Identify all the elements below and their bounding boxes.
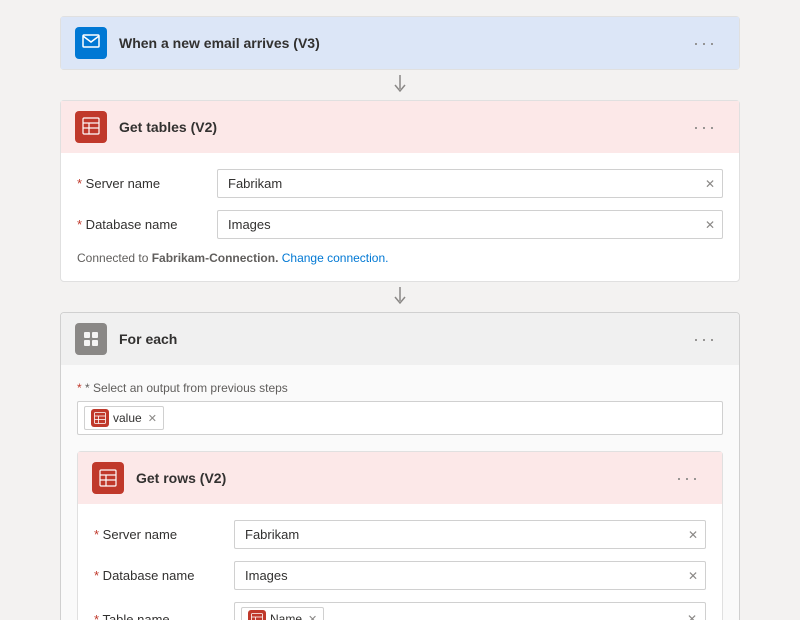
arrow2 [60,282,740,312]
getrows-header[interactable]: Get rows (V2) ··· [78,452,722,504]
getrows-database-input-wrapper: ✕ [234,561,706,590]
step2-server-clear[interactable]: ✕ [705,177,715,191]
step1-icon-char [82,32,100,55]
step2-server-input[interactable] [217,169,723,198]
step1-title: When a new email arrives (V3) [119,35,685,51]
name-tag-text: Name [270,612,302,620]
step2-server-label: * Server name [77,176,217,191]
getrows-table-label: * Table name [94,612,234,620]
step3-icon [75,323,107,355]
step2-database-input[interactable] [217,210,723,239]
step2-header[interactable]: Get tables (V2) ··· [61,101,739,153]
step2-card: Get tables (V2) ··· * Server name ✕ * Da… [60,100,740,282]
step2-menu[interactable]: ··· [685,113,725,142]
getrows-title: Get rows (V2) [136,470,668,486]
step2-server-input-wrapper: ✕ [217,169,723,198]
getrows-body: * Server name ✕ * Database name ✕ [78,504,722,620]
getrows-database-row: * Database name ✕ [94,561,706,590]
flow-canvas: When a new email arrives (V3) ··· [0,0,800,620]
value-tag-icon [91,409,109,427]
step2-icon-char [82,117,100,138]
getrows-database-label: * Database name [94,568,234,583]
step2-database-input-wrapper: ✕ [217,210,723,239]
getrows-server-label: * Server name [94,527,234,542]
step3-select-label: * * Select an output from previous steps [77,381,723,395]
step1-menu[interactable]: ··· [685,29,725,58]
getrows-database-clear[interactable]: ✕ [688,569,698,583]
step3-select-input[interactable]: value ✕ [77,401,723,435]
step2-connection: Connected to Fabrikam-Connection. Change… [77,251,723,265]
arrow1 [60,70,740,100]
step3-title: For each [119,331,685,347]
step2-database-clear[interactable]: ✕ [705,218,715,232]
value-tag-close[interactable]: ✕ [148,412,157,425]
getrows-table-input[interactable]: Name ✕ ✕ [234,602,706,620]
value-tag-text: value [113,411,142,425]
step3-nested-card: Get rows (V2) ··· * Server name ✕ * Data… [77,451,723,620]
name-tag-close[interactable]: ✕ [308,613,317,620]
step3-header[interactable]: For each ··· [61,313,739,365]
step2-body: * Server name ✕ * Database name ✕ Connec… [61,153,739,281]
getrows-server-row: * Server name ✕ [94,520,706,549]
step2-change-connection[interactable]: Change connection. [278,251,388,265]
step3-foreach-card: For each ··· * * Select an output from p… [60,312,740,620]
step2-database-label: * Database name [77,217,217,232]
step1-header[interactable]: When a new email arrives (V3) ··· [61,17,739,69]
getrows-server-input-wrapper: ✕ [234,520,706,549]
getrows-server-input[interactable] [234,520,706,549]
step2-database-row: * Database name ✕ [77,210,723,239]
getrows-server-clear[interactable]: ✕ [688,528,698,542]
getrows-database-input[interactable] [234,561,706,590]
name-tag-icon [248,610,266,620]
getrows-icon [92,462,124,494]
step3-body: * * Select an output from previous steps… [61,365,739,620]
getrows-table-row: * Table name [94,602,706,620]
getrows-table-clear[interactable]: ✕ [687,612,697,620]
getrows-menu[interactable]: ··· [668,464,708,493]
step1-card: When a new email arrives (V3) ··· [60,16,740,70]
step3-menu[interactable]: ··· [685,325,725,354]
name-tag: Name ✕ [241,607,324,620]
step2-icon [75,111,107,143]
value-tag: value ✕ [84,406,164,430]
step1-icon [75,27,107,59]
step2-server-row: * Server name ✕ [77,169,723,198]
step2-title: Get tables (V2) [119,119,685,135]
